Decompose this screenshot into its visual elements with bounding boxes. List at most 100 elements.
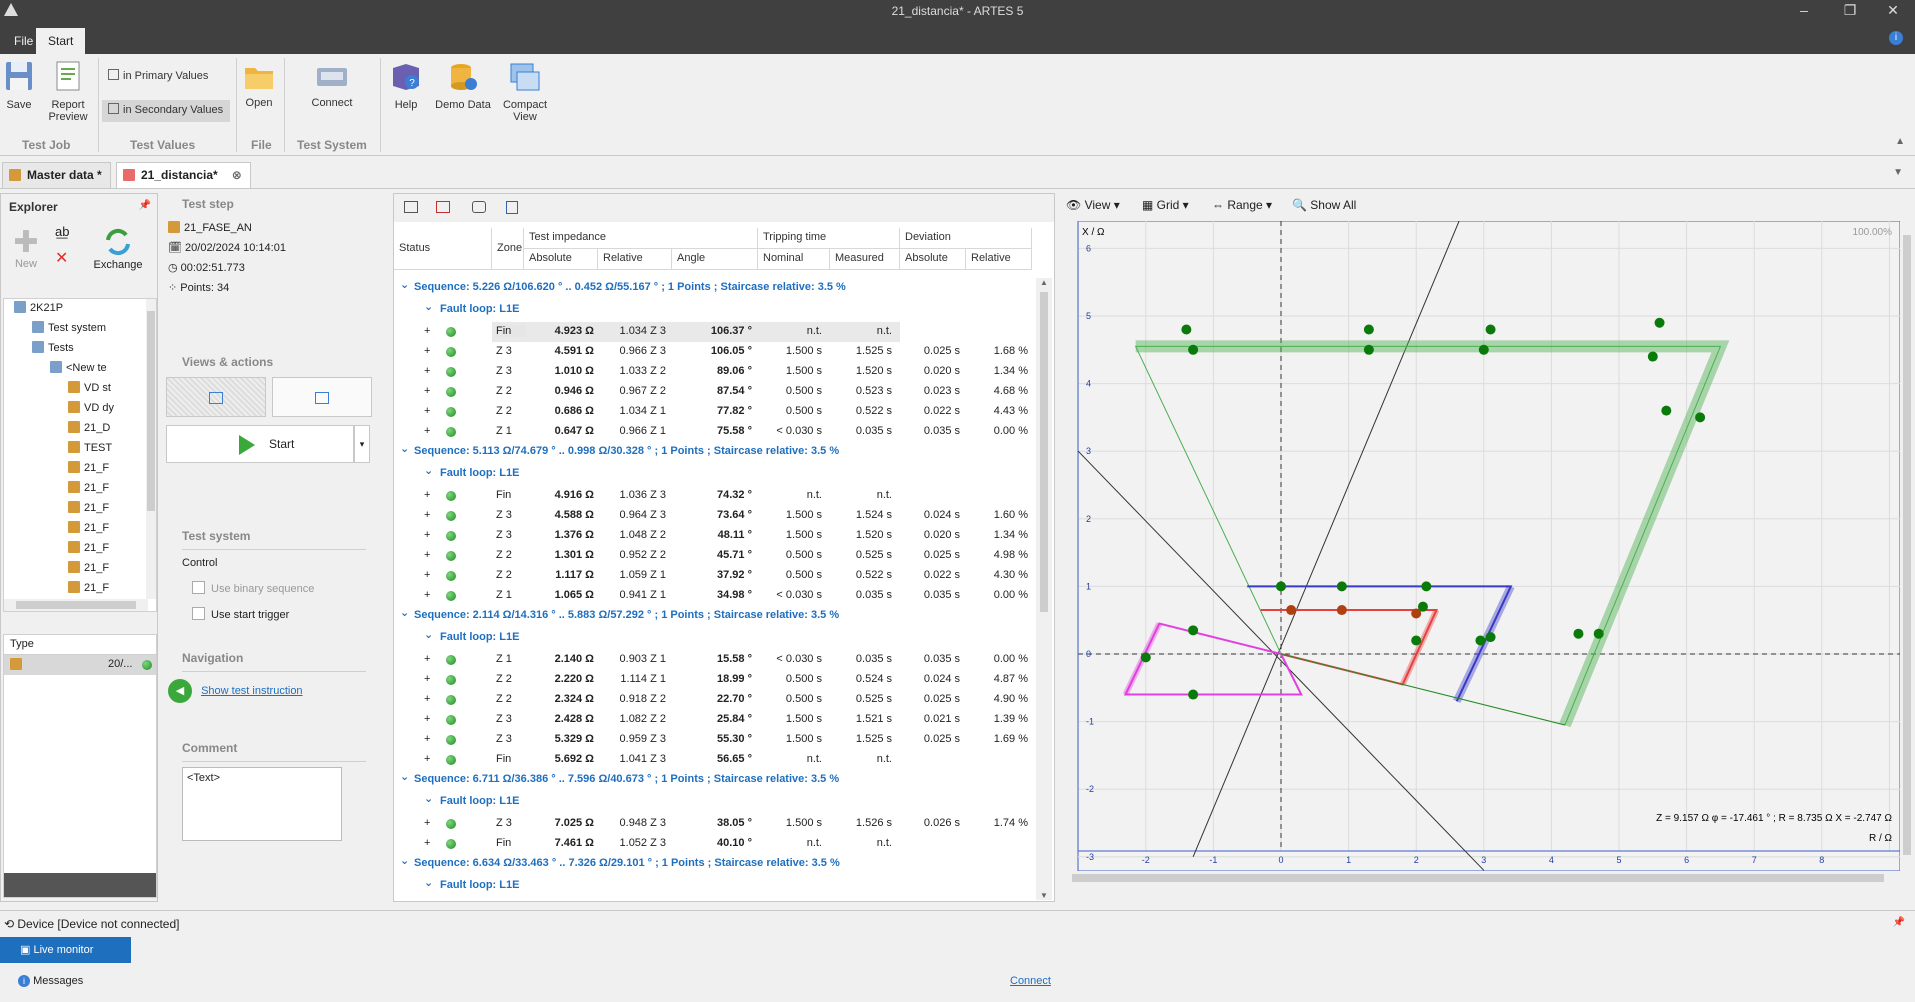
- col-status[interactable]: Status: [394, 228, 492, 270]
- table-row[interactable]: + Z 3 1.376 Ω 1.048 Z 2 48.11 ° 1.500 s 1.520 …: [394, 526, 1034, 546]
- impedance-plot[interactable]: -2 -1 0 1 2 3 4 5 6 7 8 6 5 4 3 2 1 0 -1 -2 -3 X / Ω R / Ω 100.…: [1058, 221, 1900, 871]
- tree-item[interactable]: 21_F: [68, 461, 109, 474]
- chevron-down-icon[interactable]: ⌄: [400, 278, 409, 291]
- plot-vscrollbar[interactable]: [1900, 221, 1914, 871]
- view-table-button[interactable]: [272, 377, 372, 417]
- expand-icon[interactable]: +: [424, 653, 430, 665]
- table-row[interactable]: + Fin 5.692 Ω 1.041 Z 3 56.65 ° n.t. n.t.: [394, 750, 1034, 770]
- delete-icon[interactable]: ✕: [55, 248, 68, 268]
- table-row[interactable]: + Z 2 0.686 Ω 1.034 Z 1 77.82 ° 0.500 s 0.522 …: [394, 402, 1034, 422]
- export-icon[interactable]: [404, 201, 418, 213]
- table-row[interactable]: + Z 1 0.647 Ω 0.966 Z 1 75.58 ° < 0.030 s 0.03…: [394, 422, 1034, 442]
- expand-icon[interactable]: +: [424, 673, 430, 685]
- delete-results-icon[interactable]: [436, 201, 450, 213]
- restore-button[interactable]: ❐: [1830, 2, 1870, 19]
- help-button[interactable]: ? Help: [388, 62, 424, 111]
- expand-icon[interactable]: +: [424, 509, 430, 521]
- comment-textarea[interactable]: <Text>: [182, 767, 342, 841]
- grid-dropdown[interactable]: ▦ Grid ▾: [1142, 198, 1189, 212]
- sequence-row[interactable]: ⌄ Sequence: 6.711 Ω/36.386 ° .. 7.596 Ω/4…: [394, 770, 1034, 790]
- col-absolute[interactable]: Absolute: [524, 249, 598, 270]
- fault-loop-row[interactable]: ⌄ Fault loop: L1E: [394, 792, 1034, 812]
- col-dev-relative[interactable]: Relative: [966, 249, 1032, 270]
- open-button[interactable]: Open: [240, 64, 278, 109]
- table-row[interactable]: + Z 1 2.140 Ω 0.903 Z 1 15.58 ° < 0.030 s 0.03…: [394, 650, 1034, 670]
- tree-item[interactable]: 21_D: [68, 421, 110, 434]
- expand-icon[interactable]: +: [424, 837, 430, 849]
- compact-view-button[interactable]: Compact View: [500, 62, 550, 123]
- sequence-row[interactable]: ⌄ Sequence: 2.114 Ω/14.316 ° .. 5.883 Ω/5…: [394, 606, 1034, 626]
- expand-icon[interactable]: +: [424, 489, 430, 501]
- chevron-down-icon[interactable]: ⌄: [424, 876, 433, 889]
- close-tab-icon[interactable]: ⊗: [232, 168, 242, 182]
- expand-icon[interactable]: +: [424, 385, 430, 397]
- table-row[interactable]: + Z 3 1.010 Ω 1.033 Z 2 89.06 ° 1.500 s 1.520 …: [394, 362, 1034, 382]
- expand-icon[interactable]: +: [424, 569, 430, 581]
- chevron-down-icon[interactable]: ⌄: [400, 606, 409, 619]
- sequence-row[interactable]: ⌄ Sequence: 5.226 Ω/106.620 ° .. 0.452 Ω/…: [394, 278, 1034, 298]
- chevron-down-icon[interactable]: ⌄: [424, 628, 433, 641]
- tab-start[interactable]: Start: [36, 28, 86, 54]
- minimize-button[interactable]: –: [1784, 2, 1824, 18]
- fault-loop-row[interactable]: ⌄ Fault loop: L1E: [394, 464, 1034, 484]
- show-instruction-link[interactable]: Show test instruction: [201, 685, 303, 697]
- chevron-down-icon[interactable]: ⌄: [400, 442, 409, 455]
- live-monitor-tab[interactable]: ▣ Live monitor: [0, 937, 131, 963]
- tree-item[interactable]: Test system: [32, 321, 106, 334]
- table-scrollbar[interactable]: ▲ ▼: [1036, 278, 1052, 900]
- expand-icon[interactable]: +: [424, 325, 430, 337]
- table-row[interactable]: + Z 1 1.065 Ω 0.941 Z 1 34.98 ° < 0.030 s 0.03…: [394, 586, 1034, 606]
- save-button[interactable]: Save: [2, 60, 36, 111]
- tree-item[interactable]: 2K21P: [14, 301, 63, 314]
- tree-item[interactable]: 21_F: [68, 521, 109, 534]
- chevron-down-icon[interactable]: ⌄: [424, 792, 433, 805]
- col-angle[interactable]: Angle: [672, 249, 758, 270]
- messages-tab[interactable]: i Messages: [18, 975, 83, 987]
- exchange-button[interactable]: Exchange: [93, 228, 143, 271]
- columns-icon[interactable]: [506, 201, 518, 214]
- tree-item[interactable]: TEST: [68, 441, 112, 454]
- table-row[interactable]: + Z 2 1.117 Ω 1.059 Z 1 37.92 ° 0.500 s 0.522 …: [394, 566, 1034, 586]
- type-row[interactable]: 20/...: [4, 655, 156, 675]
- pin-icon[interactable]: 📌: [1893, 917, 1905, 928]
- expand-icon[interactable]: +: [424, 817, 430, 829]
- expand-icon[interactable]: +: [424, 529, 430, 541]
- start-button[interactable]: Start: [166, 425, 354, 463]
- expand-icon[interactable]: +: [424, 693, 430, 705]
- close-button[interactable]: ✕: [1873, 2, 1913, 19]
- table-row[interactable]: + Z 2 2.220 Ω 1.114 Z 1 18.99 ° 0.500 s 0.524 …: [394, 670, 1034, 690]
- range-dropdown[interactable]: ⇔ Range ▾: [1212, 198, 1272, 212]
- use-start-trigger-checkbox[interactable]: Use start trigger: [192, 607, 289, 621]
- table-row[interactable]: + Z 3 2.428 Ω 1.082 Z 2 25.84 ° 1.500 s 1.521 …: [394, 710, 1034, 730]
- tab-list-dropdown[interactable]: ▼: [1893, 167, 1903, 178]
- table-row[interactable]: + Z 3 4.588 Ω 0.964 Z 3 73.64 ° 1.500 s 1.524 …: [394, 506, 1034, 526]
- expand-icon[interactable]: +: [424, 713, 430, 725]
- tree-item[interactable]: VD dy: [68, 401, 114, 414]
- tree-item[interactable]: 21_F: [68, 481, 109, 494]
- report-preview-button[interactable]: Report Preview: [44, 60, 92, 123]
- chevron-down-icon[interactable]: ⌄: [400, 854, 409, 867]
- show-all-button[interactable]: 🔍 Show All: [1292, 198, 1356, 212]
- table-row[interactable]: + Fin 4.916 Ω 1.036 Z 3 74.32 ° n.t. n.t.: [394, 486, 1034, 506]
- tree-item[interactable]: 21_F: [68, 501, 109, 514]
- pin-icon[interactable]: 📌: [139, 200, 151, 211]
- tree-scrollbar[interactable]: [146, 299, 156, 599]
- secondary-values-button[interactable]: in Secondary Values: [102, 100, 230, 122]
- tab-21-distancia[interactable]: 21_distancia* ⊗: [116, 162, 251, 188]
- start-dropdown[interactable]: ▾: [354, 425, 370, 463]
- tree-item[interactable]: 21_F: [68, 541, 109, 554]
- table-row[interactable]: + Z 3 4.591 Ω 0.966 Z 3 106.05 ° 1.500 s 1.525…: [394, 342, 1034, 362]
- expand-icon[interactable]: +: [424, 405, 430, 417]
- fault-loop-row[interactable]: ⌄ Fault loop: L1E: [394, 300, 1034, 320]
- sequence-row[interactable]: ⌄ Sequence: 5.113 Ω/74.679 ° .. 0.998 Ω/3…: [394, 442, 1034, 462]
- expand-icon[interactable]: +: [424, 753, 430, 765]
- chevron-down-icon[interactable]: ⌄: [424, 464, 433, 477]
- connect-button[interactable]: Connect: [306, 64, 358, 109]
- rename-icon[interactable]: a͟b: [55, 224, 69, 239]
- fault-loop-row[interactable]: ⌄ Fault loop: L1E: [394, 628, 1034, 648]
- view-dropdown[interactable]: 👁 View ▾: [1066, 198, 1120, 212]
- col-nominal[interactable]: Nominal: [758, 249, 830, 270]
- chevron-down-icon[interactable]: ⌄: [424, 300, 433, 313]
- tree-item[interactable]: <New te: [50, 361, 107, 374]
- collapse-ribbon-icon[interactable]: ▲: [1895, 136, 1905, 147]
